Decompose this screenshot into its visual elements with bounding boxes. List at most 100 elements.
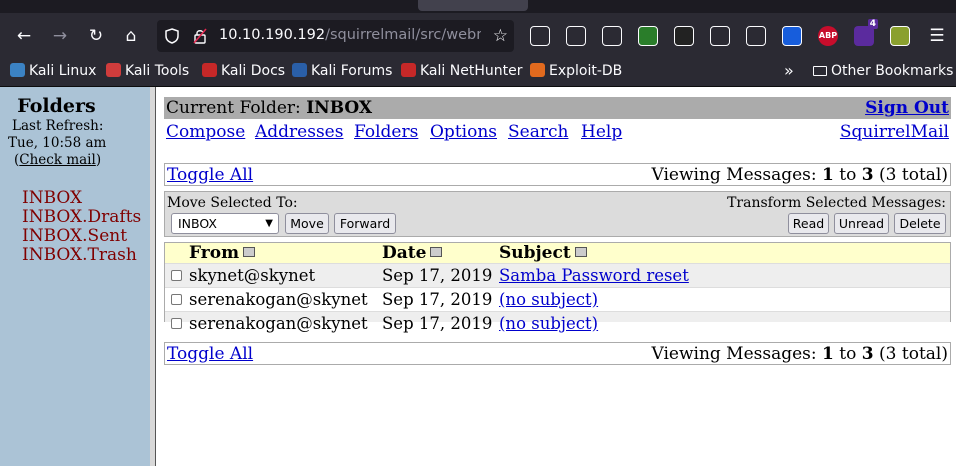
viewing-end: 3 — [861, 165, 874, 185]
sort-icon[interactable] — [574, 247, 587, 257]
webmail-page: Folders Last Refresh: Tue, 10:58 am (Che… — [0, 87, 956, 466]
viewing-start: 1 — [822, 344, 834, 364]
message-checkbox[interactable] — [171, 318, 182, 329]
table-row: serenakogan@skynet Sep 17, 2019 (no subj… — [165, 311, 950, 333]
frame-divider[interactable] — [150, 87, 156, 466]
transform-selected-label: Transform Selected Messages: — [727, 195, 946, 211]
message-actions-bar: Move Selected To: Transform Selected Mes… — [164, 191, 951, 237]
menu-compose[interactable]: Compose — [166, 122, 245, 142]
bookmark-item[interactable]: Kali Forums — [292, 63, 392, 79]
message-checkbox[interactable] — [171, 270, 182, 281]
bookmarks-overflow-icon[interactable]: » — [784, 61, 794, 80]
check-mail-link[interactable]: Check mail — [19, 152, 96, 168]
current-folder-name: INBOX — [306, 98, 373, 118]
bookmark-item[interactable]: Kali NetHunter — [401, 63, 522, 79]
table-row: skynet@skynet Sep 17, 2019 Samba Passwor… — [165, 263, 950, 287]
folder-sent[interactable]: INBOX.Sent — [22, 226, 127, 246]
column-from-label: From — [189, 243, 240, 263]
tracking-shield-icon[interactable] — [165, 28, 179, 44]
url-path: /squirrelmail/src/webmail.php — [325, 27, 481, 43]
viewing-end: 3 — [861, 344, 874, 364]
kali-tools-icon — [106, 63, 121, 77]
tab-active[interactable] — [418, 0, 528, 11]
menu-addresses[interactable]: Addresses — [255, 122, 343, 142]
ninja-icon[interactable] — [674, 26, 694, 46]
bookmark-item[interactable]: Kali Linux — [10, 63, 96, 79]
url-host: 10.10.190.192 — [219, 27, 326, 43]
viewing-total: (3 total) — [879, 344, 948, 364]
bookmark-label: Kali Forums — [311, 63, 393, 79]
move-target-value: INBOX — [178, 216, 217, 231]
bookmark-label: Kali Docs — [221, 63, 286, 79]
message-date: Sep 17, 2019 — [382, 290, 493, 309]
squirrelmail-link[interactable]: SquirrelMail — [840, 122, 949, 142]
bookmark-label: Exploit-DB — [549, 63, 623, 79]
folder-icon — [813, 66, 827, 76]
cookies-icon[interactable] — [710, 26, 730, 46]
tab-strip — [0, 0, 956, 13]
viewing-bar-top: Toggle All Viewing Messages: 1 to 3 (3 t… — [164, 163, 951, 186]
other-bookmarks-folder[interactable]: Other Bookmarks — [813, 63, 953, 79]
unread-button[interactable]: Unread — [834, 213, 889, 234]
table-row: serenakogan@skynet Sep 17, 2019 (no subj… — [165, 287, 950, 311]
viewing-to: to — [839, 344, 857, 364]
pocket-icon[interactable] — [530, 26, 550, 46]
menu-options[interactable]: Options — [430, 122, 497, 142]
message-subject-link[interactable]: (no subject) — [499, 290, 598, 309]
home-icon[interactable]: ⌂ — [120, 25, 142, 47]
message-date: Sep 17, 2019 — [382, 266, 493, 285]
bitwarden-icon[interactable] — [782, 26, 802, 46]
current-folder-label: Current Folder: — [166, 98, 301, 118]
viewing-messages: Viewing Messages: 1 to 3 (3 total) — [651, 344, 948, 364]
forward-icon[interactable]: → — [49, 25, 71, 47]
bookmark-item[interactable]: Kali Docs — [202, 63, 285, 79]
image-icon[interactable] — [890, 26, 910, 46]
url-bar[interactable]: 10.10.190.192/squirrelmail/src/webmail.p… — [157, 20, 514, 52]
menu-hamburger-icon[interactable]: ☰ — [926, 25, 948, 47]
json-braces-icon[interactable] — [638, 26, 658, 46]
message-subject-link[interactable]: Samba Password reset — [499, 266, 689, 285]
message-table: From Date Subject skynet@skynet Sep 17, … — [164, 242, 951, 333]
insecure-lock-icon[interactable] — [193, 28, 207, 44]
move-button[interactable]: Move — [285, 213, 329, 234]
bookmark-label: Kali Tools — [125, 63, 190, 79]
url-text[interactable]: 10.10.190.192/squirrelmail/src/webmail.p… — [219, 27, 481, 43]
column-from: From — [189, 243, 256, 263]
bookmark-item[interactable]: Kali Tools — [106, 63, 189, 79]
toggle-all-link[interactable]: Toggle All — [167, 165, 253, 185]
folders-title: Folders — [17, 95, 96, 117]
bookmark-label: Kali NetHunter — [420, 63, 523, 79]
message-checkbox[interactable] — [171, 294, 182, 305]
move-target-select[interactable]: INBOX ▼ — [171, 213, 279, 234]
message-subject-link[interactable]: (no subject) — [499, 314, 598, 333]
back-icon[interactable]: ← — [13, 25, 35, 47]
extensions-puzzle-icon[interactable] — [602, 26, 622, 46]
current-folder: Current Folder: INBOX — [166, 98, 372, 118]
kali-forums-icon — [292, 63, 307, 77]
delete-button[interactable]: Delete — [894, 213, 946, 234]
folder-pane: Folders Last Refresh: Tue, 10:58 am (Che… — [0, 87, 150, 466]
other-bookmarks-label: Other Bookmarks — [831, 63, 954, 79]
viewing-bar-bottom: Toggle All Viewing Messages: 1 to 3 (3 t… — [164, 342, 951, 365]
reload-icon[interactable]: ↻ — [85, 25, 107, 47]
move-selected-label: Move Selected To: — [167, 195, 298, 211]
toggle-all-link[interactable]: Toggle All — [167, 344, 253, 364]
sign-out-link[interactable]: Sign Out — [865, 98, 949, 118]
vivaldi-icon[interactable] — [566, 26, 586, 46]
bookmark-star-icon[interactable]: ☆ — [493, 26, 508, 46]
ublock-icon[interactable]: 4 — [854, 19, 878, 46]
sort-icon[interactable] — [243, 247, 256, 257]
folder-trash[interactable]: INBOX.Trash — [22, 245, 137, 265]
menu-folders[interactable]: Folders — [354, 122, 418, 142]
folder-drafts[interactable]: INBOX.Drafts — [22, 207, 141, 227]
forward-button[interactable]: Forward — [334, 213, 396, 234]
menu-help[interactable]: Help — [581, 122, 622, 142]
adblock-icon[interactable]: ABP — [818, 26, 838, 46]
bookmark-item[interactable]: Exploit-DB — [530, 63, 622, 79]
read-button[interactable]: Read — [788, 213, 829, 234]
folder-inbox[interactable]: INBOX — [22, 188, 82, 208]
burp-icon[interactable] — [746, 26, 766, 46]
sort-icon[interactable] — [430, 247, 443, 257]
viewing-to: to — [839, 165, 857, 185]
menu-search[interactable]: Search — [508, 122, 568, 142]
